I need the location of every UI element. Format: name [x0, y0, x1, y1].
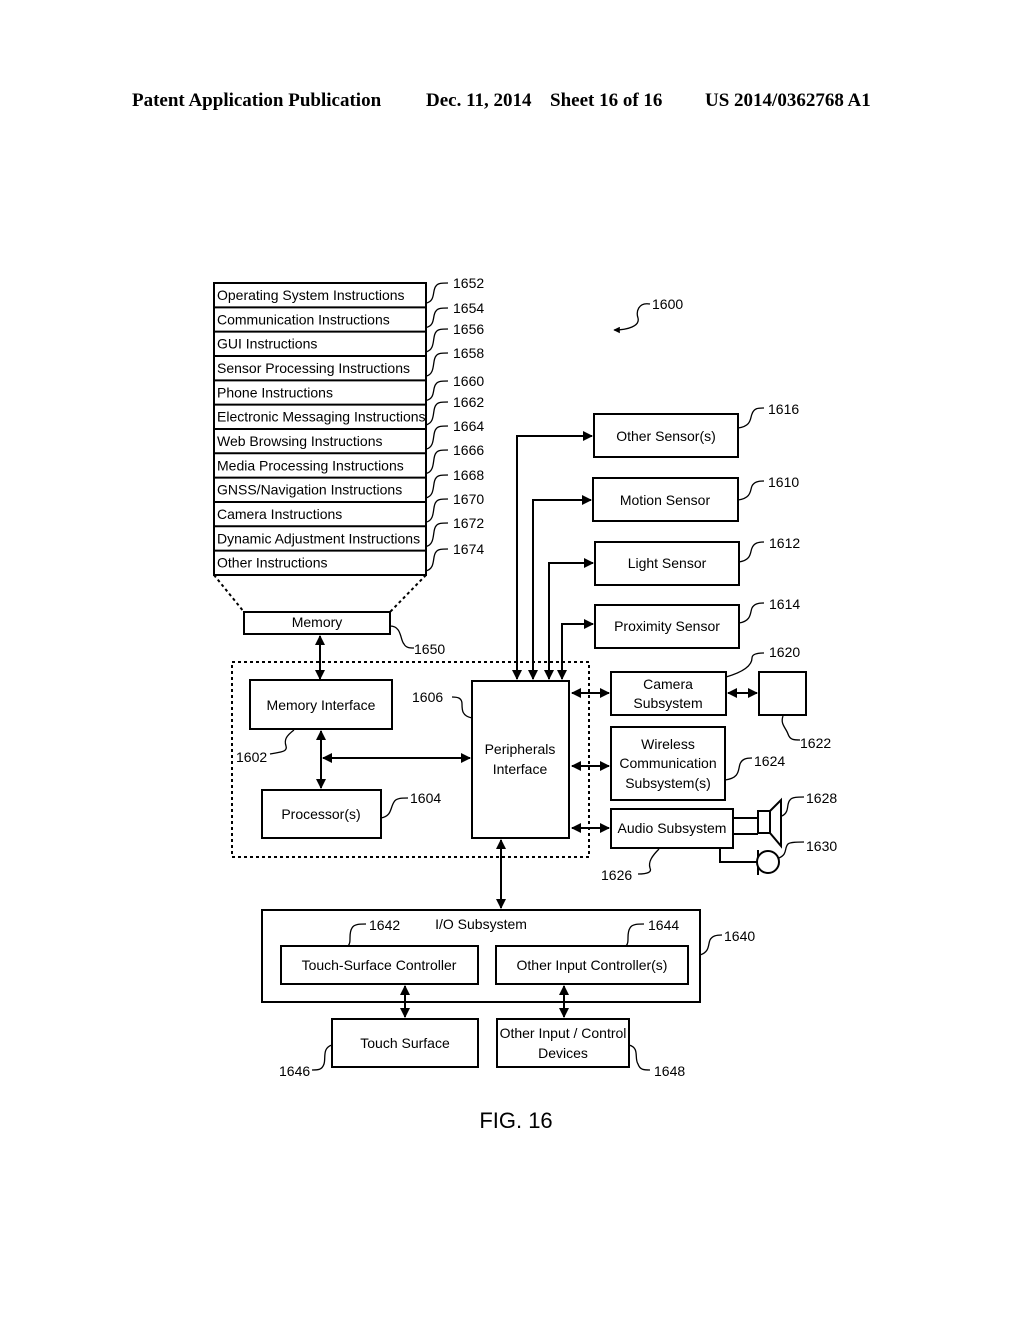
svg-text:1624: 1624	[754, 753, 785, 769]
svg-text:I/O Subsystem: I/O Subsystem	[435, 916, 527, 932]
memory-box: Memory 1650	[243, 611, 445, 657]
ref-leader-line	[425, 425, 449, 450]
svg-text:1616: 1616	[768, 401, 799, 417]
svg-text:Other Sensor(s): Other Sensor(s)	[616, 428, 716, 444]
svg-text:Wireless: Wireless	[641, 736, 695, 752]
instruction-item-ref: 1656	[453, 321, 484, 337]
svg-text:Memory: Memory	[292, 614, 343, 630]
svg-text:Subsystem: Subsystem	[633, 695, 702, 711]
ref-leader-line	[425, 328, 449, 353]
instruction-item-ref: 1664	[453, 418, 484, 434]
instruction-item-label: Communication Instructions	[217, 311, 390, 327]
instruction-item-label: Camera Instructions	[217, 506, 342, 522]
instruction-item-ref: 1668	[453, 467, 484, 483]
svg-text:1644: 1644	[648, 917, 679, 933]
ref-leader-line	[425, 401, 449, 426]
instruction-item-label: GNSS/Navigation Instructions	[217, 482, 402, 498]
other-sensors-box: Other Sensor(s) 1616	[593, 401, 799, 458]
instruction-item-label: GUI Instructions	[217, 336, 317, 352]
svg-text:Devices: Devices	[538, 1045, 588, 1061]
svg-text:1650: 1650	[414, 641, 445, 657]
instruction-item-label: Dynamic Adjustment Instructions	[217, 530, 420, 546]
svg-text:Other Input Controller(s): Other Input Controller(s)	[517, 957, 668, 973]
instruction-item-ref: 1662	[453, 394, 484, 410]
svg-text:1614: 1614	[769, 596, 800, 612]
instruction-item-ref: 1666	[453, 442, 484, 458]
wireless-line3: Subsystem(s)	[625, 775, 711, 791]
instruction-item-ref: 1670	[453, 491, 484, 507]
svg-text:1630: 1630	[806, 838, 837, 854]
instruction-item-ref: 1674	[453, 541, 484, 557]
touch-surface-box: Touch Surface 1646	[279, 1018, 479, 1079]
audio-subsystem-box: Audio Subsystem 1626	[601, 808, 734, 883]
svg-text:1626: 1626	[601, 867, 632, 883]
svg-text:1622: 1622	[800, 735, 831, 751]
svg-text:Touch Surface: Touch Surface	[360, 1035, 450, 1051]
svg-text:1620: 1620	[769, 644, 800, 660]
svg-text:Audio Subsystem: Audio Subsystem	[618, 820, 727, 836]
ref-leader-line	[425, 474, 449, 499]
other-sensors-arrow	[512, 431, 593, 680]
funnel-right-line	[389, 574, 427, 613]
proximity-sensor-box: Proximity Sensor 1614	[594, 596, 800, 649]
instruction-item-label: Media Processing Instructions	[217, 457, 404, 473]
svg-text:Proximity Sensor: Proximity Sensor	[614, 618, 720, 634]
processor-box: Processor(s) 1604	[261, 789, 441, 839]
instruction-item-ref: 1654	[453, 300, 484, 316]
svg-text:1604: 1604	[410, 790, 441, 806]
svg-text:1612: 1612	[769, 535, 800, 551]
svg-text:1602: 1602	[236, 749, 267, 765]
instruction-item-label: Electronic Messaging Instructions	[217, 409, 426, 425]
svg-text:1646: 1646	[279, 1063, 310, 1079]
optical-sensor-box: 1622	[758, 671, 831, 751]
other-input-devices-box: Other Input / Control Devices 1648	[496, 1018, 685, 1079]
instruction-item-label: Operating System Instructions	[217, 287, 405, 303]
ref-leader-line	[425, 307, 449, 329]
block-diagram: 1600 Operating System Instructions 1652 Co…	[213, 275, 837, 1133]
svg-text:1640: 1640	[724, 928, 755, 944]
ref-leader-line	[425, 380, 449, 402]
funnel-left-line	[213, 574, 245, 613]
memory-instruction-stack: Operating System Instructions 1652 Communi…	[213, 275, 484, 576]
ref-leader-line	[425, 548, 449, 572]
memory-interface-box: Memory Interface 1602	[236, 679, 393, 765]
instruction-item-ref: 1652	[453, 275, 484, 291]
svg-text:Other Input / Control: Other Input / Control	[500, 1025, 627, 1041]
svg-text:Processor(s): Processor(s)	[281, 806, 360, 822]
svg-text:1648: 1648	[654, 1063, 685, 1079]
svg-text:1606: 1606	[412, 689, 443, 705]
figure-label: FIG. 16	[479, 1108, 552, 1133]
svg-text:Interface: Interface	[493, 761, 548, 777]
instruction-item-label: Phone Instructions	[217, 384, 333, 400]
proximity-sensor-arrow	[557, 619, 594, 680]
svg-text:Camera: Camera	[643, 676, 693, 692]
svg-text:1610: 1610	[768, 474, 799, 490]
svg-text:Communication: Communication	[619, 755, 716, 771]
ref-leader-line	[425, 522, 449, 548]
svg-text:Memory Interface: Memory Interface	[267, 697, 376, 713]
svg-text:Light Sensor: Light Sensor	[628, 555, 707, 571]
figure-ref-1600: 1600	[613, 296, 683, 334]
ref-leader-line	[425, 282, 449, 304]
svg-text:Motion Sensor: Motion Sensor	[620, 492, 711, 508]
svg-text:Touch-Surface Controller: Touch-Surface Controller	[302, 957, 457, 973]
ref-leader-line	[425, 449, 449, 475]
motion-sensor-box: Motion Sensor 1610	[592, 474, 799, 522]
instruction-item-label: Web Browsing Instructions	[217, 433, 382, 449]
svg-text:Peripherals: Peripherals	[485, 741, 556, 757]
instruction-item-label: Sensor Processing Instructions	[217, 360, 410, 376]
instruction-item-ref: 1658	[453, 345, 484, 361]
svg-text:1642: 1642	[369, 917, 400, 933]
svg-text:1600: 1600	[652, 296, 683, 312]
light-sensor-box: Light Sensor 1612	[594, 535, 800, 586]
instruction-item-ref: 1660	[453, 373, 484, 389]
svg-text:1628: 1628	[806, 790, 837, 806]
peripherals-interface-box: Peripherals Interface 1606	[412, 680, 570, 839]
ref-leader-line	[425, 498, 449, 523]
ref-leader-line	[425, 352, 449, 377]
instruction-item-label: Other Instructions	[217, 555, 328, 571]
instruction-item-ref: 1672	[453, 515, 484, 531]
